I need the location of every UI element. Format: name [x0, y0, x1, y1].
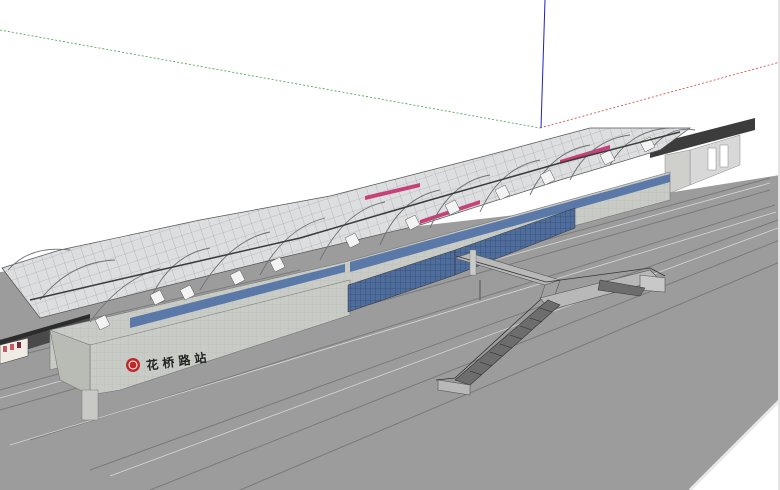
- station-model-scene: 花 桥 路 站: [0, 0, 780, 490]
- metro-logo-icon: [126, 358, 140, 372]
- blue-axis: [540, 0, 546, 129]
- green-axis: [0, 29, 541, 129]
- red-axis: [539, 61, 780, 129]
- sketchup-viewport[interactable]: 花 桥 路 站: [0, 0, 780, 490]
